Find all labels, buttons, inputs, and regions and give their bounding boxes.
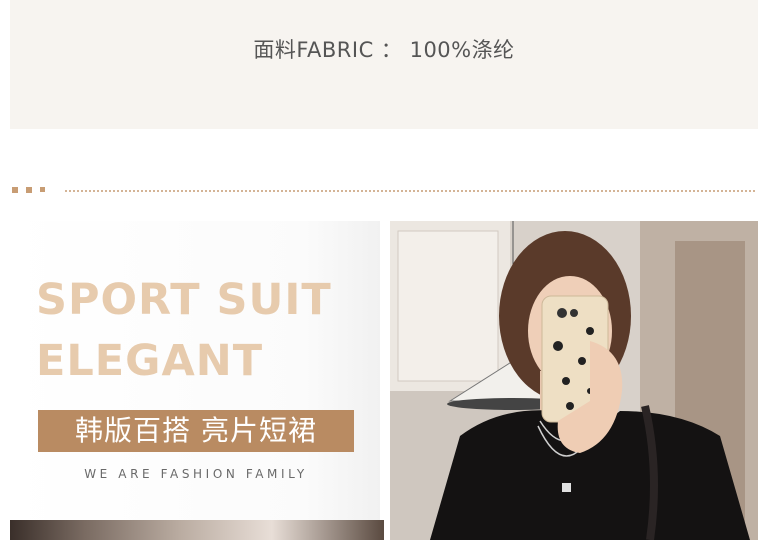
section-divider <box>12 187 756 197</box>
divider-square <box>40 187 45 192</box>
product-banner: 韩版百搭 亮片短裙 <box>38 410 354 452</box>
fabric-info-panel: 面料FABRIC ： 100%涤纶 <box>10 0 758 129</box>
fabric-composition-text: 面料FABRIC ： 100%涤纶 <box>253 38 515 62</box>
divider-square <box>12 187 18 193</box>
model-photo-illustration <box>390 221 758 540</box>
model-photo <box>390 221 758 540</box>
next-photo-preview <box>10 520 384 540</box>
divider-square <box>26 187 32 193</box>
headline-line-2: ELEGANT <box>36 336 264 386</box>
divider-dotted-line <box>64 190 756 192</box>
headline-line-1: SPORT SUIT <box>36 275 332 325</box>
brand-tagline: WE ARE FASHION FAMILY <box>84 467 308 481</box>
